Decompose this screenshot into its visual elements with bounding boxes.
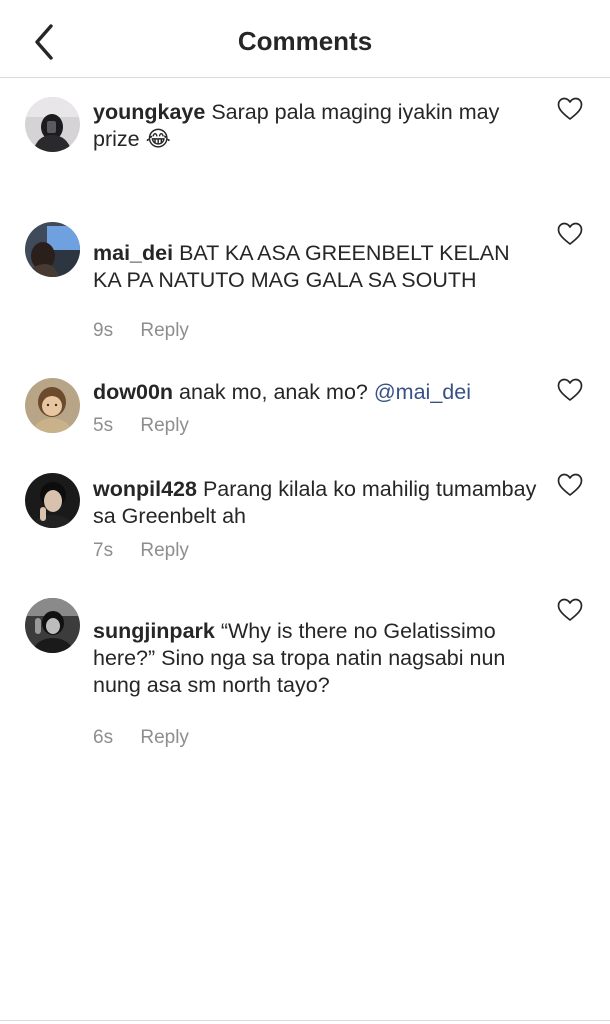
like-button[interactable] bbox=[557, 378, 583, 402]
page-title: Comments bbox=[237, 26, 373, 56]
comment-meta: 9s Reply bbox=[93, 320, 189, 342]
comment-username[interactable]: mai_dei bbox=[93, 241, 173, 265]
reply-button[interactable]: Reply bbox=[140, 415, 189, 436]
comment-body: dow00n anak mo, anak mo? @mai_dei bbox=[93, 379, 543, 406]
avatar[interactable] bbox=[25, 378, 80, 433]
like-button[interactable] bbox=[557, 97, 583, 121]
heart-outline-icon bbox=[557, 473, 583, 496]
avatar[interactable] bbox=[25, 598, 80, 653]
comment-username[interactable]: wonpil428 bbox=[93, 477, 197, 501]
like-button[interactable] bbox=[557, 222, 583, 246]
reply-button[interactable]: Reply bbox=[140, 320, 189, 341]
comments-header: Comments bbox=[0, 0, 610, 78]
comment-body: mai_dei BAT KA ASA GREENBELT KELAN KA PA… bbox=[93, 240, 543, 294]
comment-timestamp: 5s bbox=[93, 415, 114, 436]
comment-meta: 7s Reply bbox=[93, 540, 189, 562]
heart-outline-icon bbox=[557, 97, 583, 120]
heart-outline-icon bbox=[557, 598, 583, 621]
heart-outline-icon bbox=[557, 222, 583, 245]
comment-body: wonpil428 Parang kilala ko mahilig tumam… bbox=[93, 476, 543, 530]
comment-text: anak mo, anak mo? bbox=[179, 380, 368, 404]
comment-body: sungjinpark “Why is there no Gelatissimo… bbox=[93, 618, 543, 699]
chevron-left-icon bbox=[35, 24, 53, 60]
heart-outline-icon bbox=[557, 378, 583, 401]
comment-username[interactable]: dow00n bbox=[93, 380, 173, 404]
comment-timestamp: 6s bbox=[93, 727, 114, 748]
mention-link[interactable]: @mai_dei bbox=[374, 380, 471, 404]
avatar[interactable] bbox=[25, 222, 80, 277]
like-button[interactable] bbox=[557, 598, 583, 622]
avatar[interactable] bbox=[25, 473, 80, 528]
comment-username[interactable]: sungjinpark bbox=[93, 619, 215, 643]
reply-button[interactable]: Reply bbox=[140, 727, 189, 748]
comment-username[interactable]: youngkaye bbox=[93, 100, 205, 124]
back-button[interactable] bbox=[30, 22, 64, 62]
like-button[interactable] bbox=[557, 473, 583, 497]
comment-timestamp: 9s bbox=[93, 320, 114, 341]
comment-body: youngkaye Sarap pala maging iyakin may p… bbox=[93, 99, 543, 153]
comment-timestamp: 7s bbox=[93, 540, 114, 561]
comment-meta: 5s Reply bbox=[93, 415, 189, 437]
comment-meta: 6s Reply bbox=[93, 727, 189, 749]
reply-button[interactable]: Reply bbox=[140, 540, 189, 561]
bottom-divider bbox=[0, 1020, 610, 1021]
avatar[interactable] bbox=[25, 97, 80, 152]
